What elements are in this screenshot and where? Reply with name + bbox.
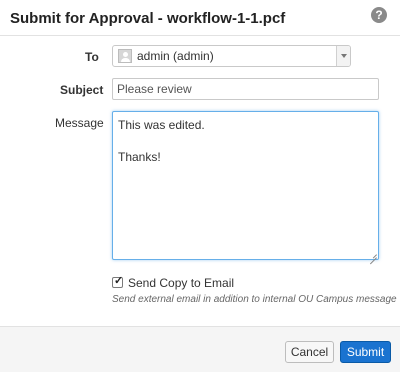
- to-label: To: [85, 50, 99, 64]
- subject-input[interactable]: [112, 78, 379, 100]
- message-label: Message: [55, 116, 104, 130]
- user-avatar-icon: [118, 49, 132, 63]
- to-recipient-select[interactable]: admin (admin): [112, 45, 351, 67]
- message-textarea[interactable]: This was edited. Thanks!: [112, 111, 379, 260]
- chevron-down-icon: [341, 54, 347, 58]
- help-icon[interactable]: ?: [371, 7, 387, 23]
- dialog-title: Submit for Approval - workflow-1-1.pcf: [10, 10, 286, 27]
- to-recipient-value: admin (admin): [137, 49, 214, 63]
- send-copy-label[interactable]: Send Copy to Email: [128, 276, 234, 290]
- resize-handle[interactable]: [369, 250, 377, 265]
- submit-for-approval-dialog: Submit for Approval - workflow-1-1.pcf ?…: [0, 0, 400, 372]
- submit-button[interactable]: Submit: [340, 341, 391, 363]
- checkmark-icon: ✓: [114, 275, 124, 287]
- cancel-button[interactable]: Cancel: [285, 341, 334, 363]
- dialog-header: Submit for Approval - workflow-1-1.pcf ?: [0, 0, 400, 36]
- dropdown-toggle[interactable]: [336, 46, 350, 66]
- subject-label: Subject: [60, 83, 104, 97]
- dialog-footer: Cancel Submit: [0, 326, 400, 372]
- send-copy-checkbox[interactable]: ✓: [112, 275, 124, 288]
- send-copy-hint: Send external email in addition to inter…: [112, 294, 397, 305]
